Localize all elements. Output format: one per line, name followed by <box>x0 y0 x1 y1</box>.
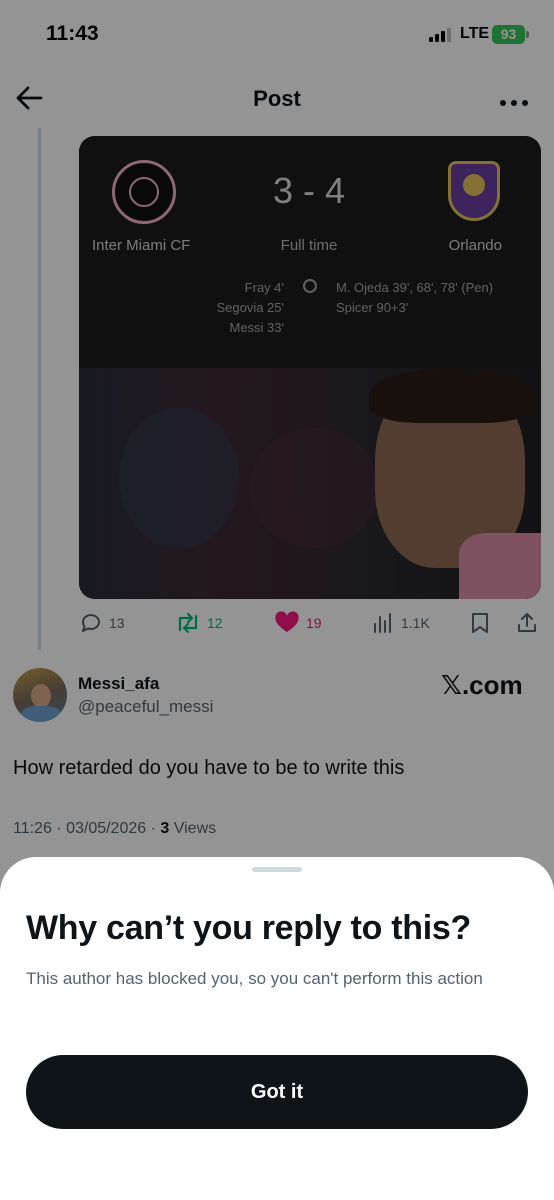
blocked-reply-sheet: Why can’t you reply to this? This author… <box>0 857 554 1200</box>
got-it-button[interactable]: Got it <box>26 1055 528 1129</box>
sheet-title: Why can’t you reply to this? <box>26 909 471 947</box>
sheet-body: This author has blocked you, so you can'… <box>26 969 483 988</box>
sheet-grabber[interactable] <box>252 867 302 872</box>
